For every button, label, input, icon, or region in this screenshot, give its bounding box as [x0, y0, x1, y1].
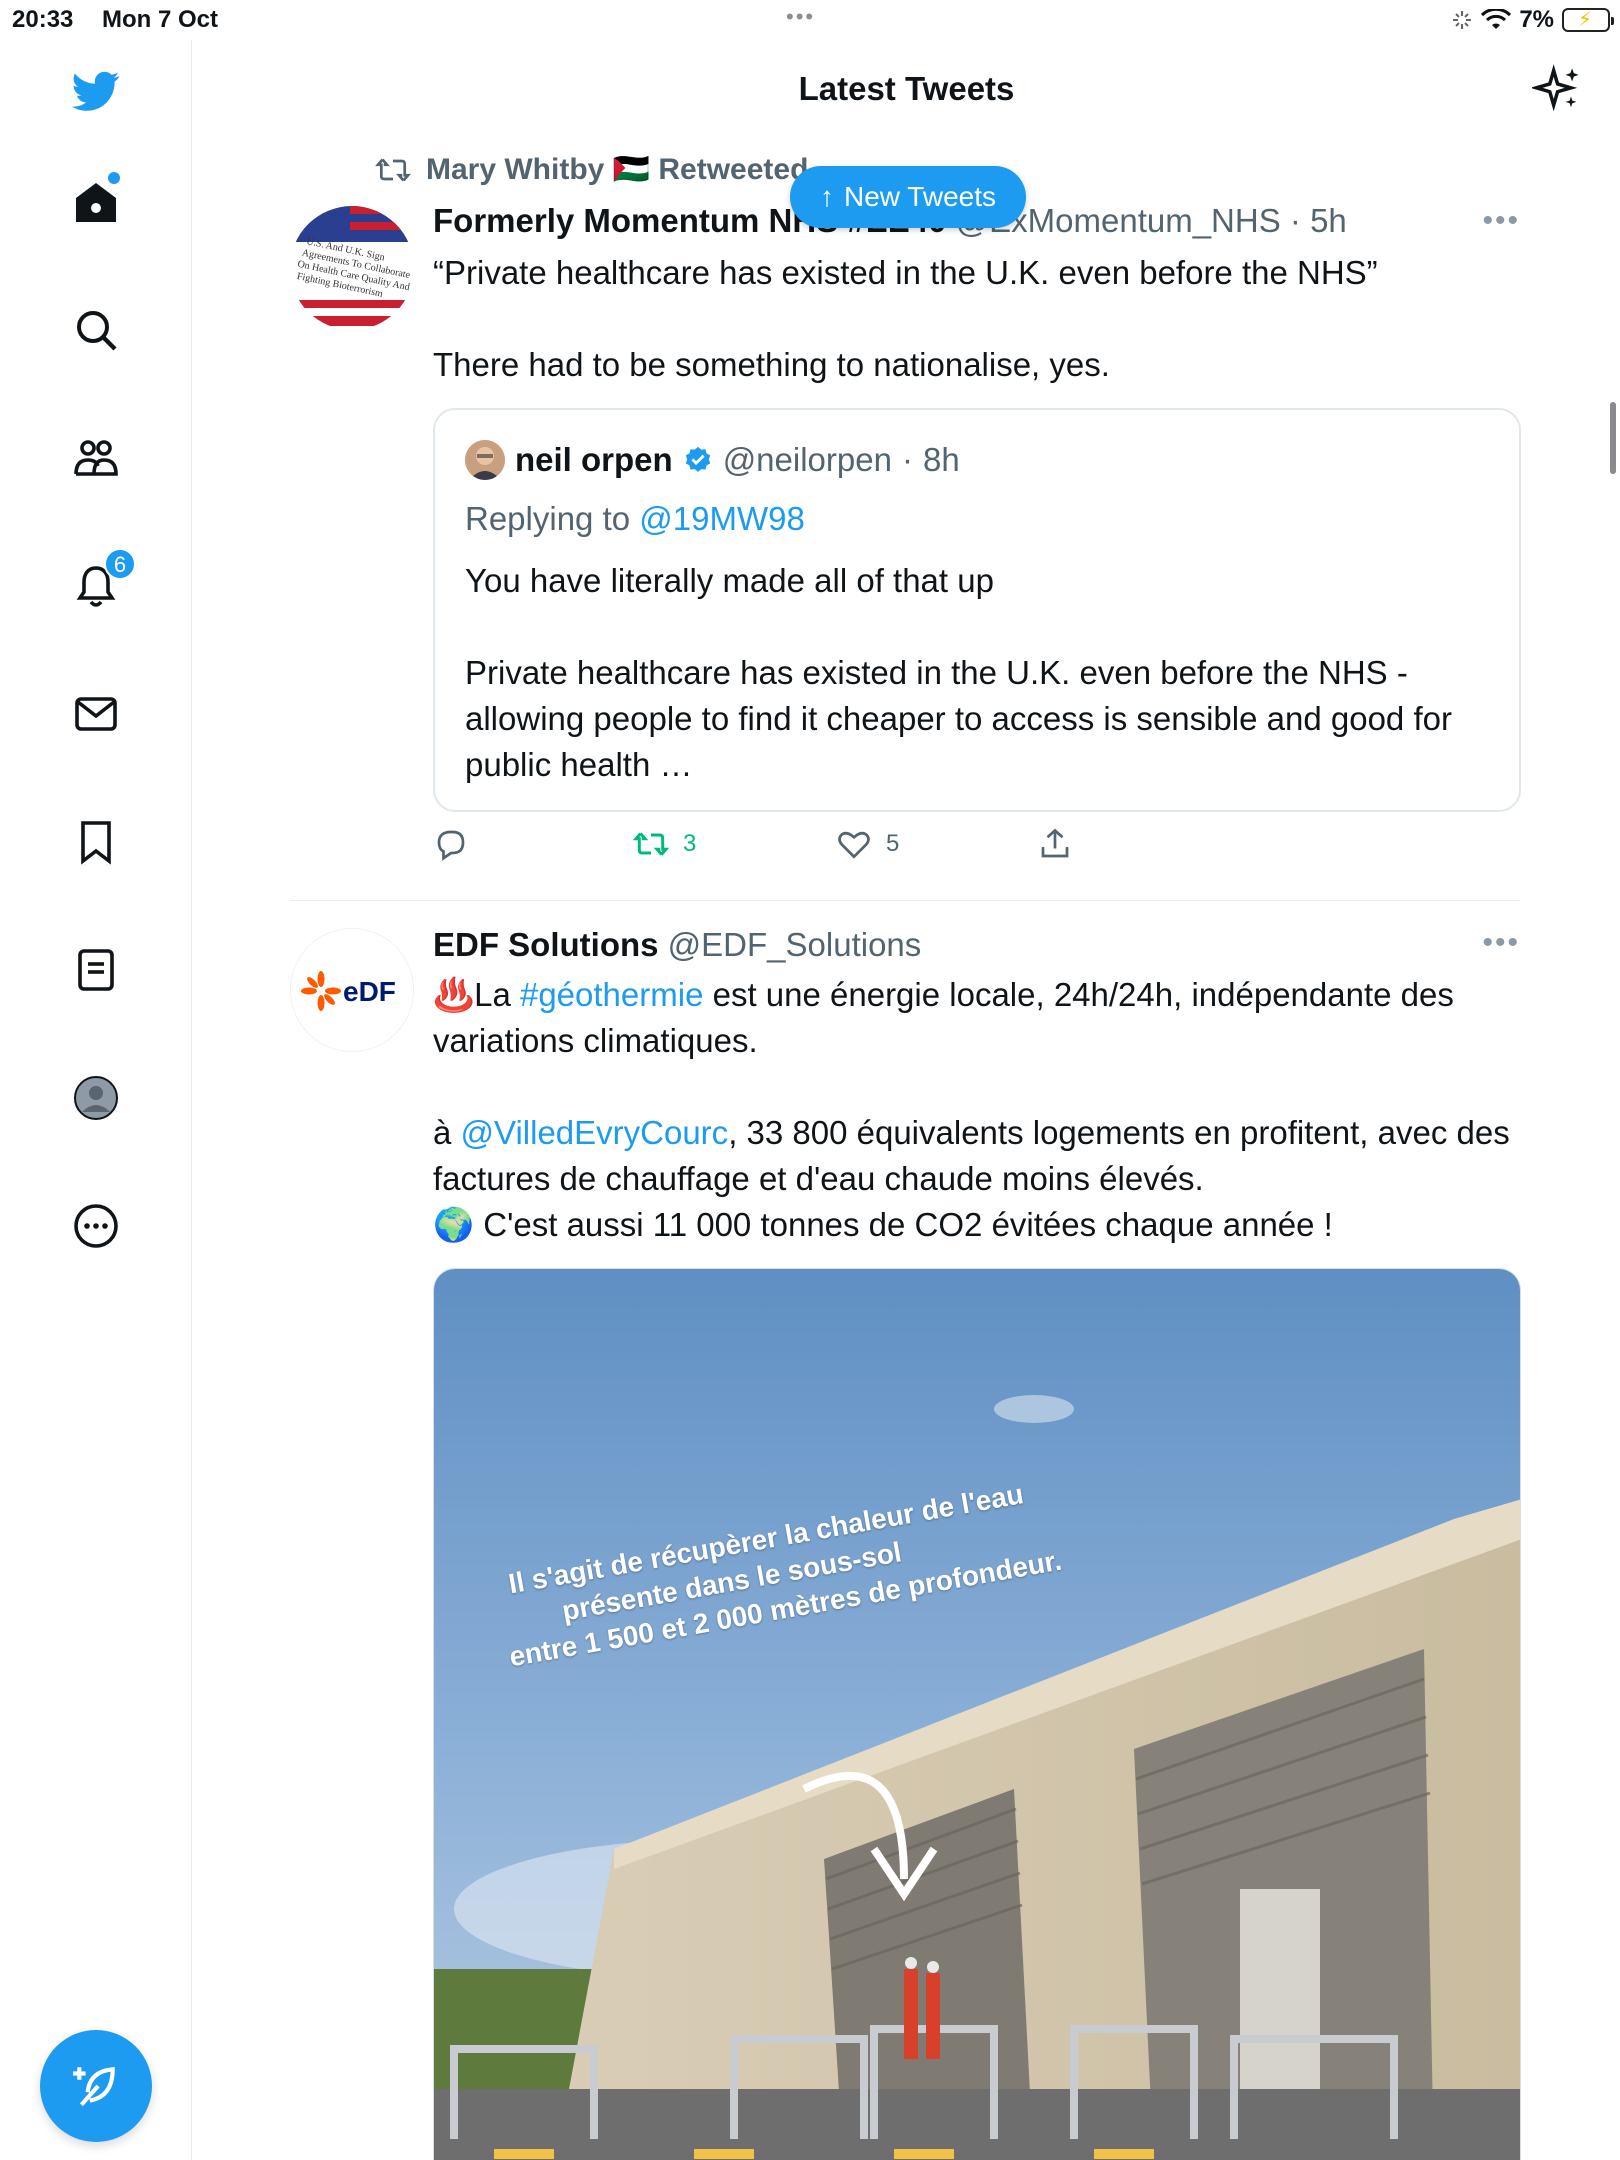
- author-handle[interactable]: @EDF_Solutions: [668, 926, 922, 963]
- quote-time: 8h: [922, 441, 960, 478]
- like-button[interactable]: 5: [836, 826, 899, 862]
- tweet-actions: 3 5: [433, 826, 1433, 876]
- compose-feather-icon: [73, 2067, 115, 2107]
- status-right: 7% ⚡: [1451, 6, 1614, 34]
- reply-icon: [437, 830, 465, 861]
- status-date: Mon 7 Oct: [102, 6, 219, 33]
- page-title: Latest Tweets: [798, 70, 1015, 107]
- status-time: 20:33: [12, 6, 74, 33]
- activity-icon: [1453, 11, 1472, 29]
- retweet-button[interactable]: 3: [633, 826, 696, 862]
- lists-icon[interactable]: [60, 934, 132, 1006]
- tweet-text: “Private healthcare has existed in the U…: [433, 254, 1378, 383]
- heart-icon: [838, 831, 870, 859]
- edf-logo-text: eDF: [343, 976, 396, 1007]
- tweet-header: EDF Solutions @EDF_Solutions: [433, 926, 921, 964]
- more-options-icon[interactable]: [60, 1190, 132, 1262]
- retweet-icon: [375, 158, 411, 181]
- like-count: 5: [886, 830, 900, 857]
- multitasking-dots-icon[interactable]: •••: [786, 4, 815, 30]
- home-icon[interactable]: [60, 166, 132, 238]
- author-name[interactable]: EDF Solutions: [433, 926, 659, 963]
- messages-icon[interactable]: [60, 678, 132, 750]
- reply-button[interactable]: [433, 826, 469, 862]
- notification-badge: 6: [104, 548, 136, 580]
- tweet-divider: [290, 900, 1520, 901]
- quoted-tweet[interactable]: neil orpen @neilorpen · 8h Replying to @19…: [433, 408, 1521, 812]
- wifi-icon: [1481, 9, 1512, 29]
- timeline-header: Latest Tweets: [193, 40, 1620, 140]
- communities-icon[interactable]: [60, 422, 132, 494]
- retweet-context: Mary Whitby 🇵🇸 Retweeted: [374, 152, 808, 187]
- retweet-icon: [633, 832, 669, 856]
- quote-author-handle: @neilorpen: [722, 441, 892, 478]
- replying-to-mention[interactable]: @19MW98: [639, 500, 805, 537]
- hot-springs-emoji: ♨️: [433, 976, 475, 1013]
- new-tweets-button[interactable]: ↑ New Tweets: [790, 166, 1026, 228]
- sparkle-icon[interactable]: [1532, 64, 1584, 116]
- share-button[interactable]: [1037, 826, 1073, 862]
- avatar[interactable]: U.S. And U.K. Sign Agreements To Collabo…: [290, 206, 414, 330]
- battery-percent: 7%: [1519, 6, 1554, 33]
- retweeted-by[interactable]: Mary Whitby 🇵🇸 Retweeted: [426, 152, 808, 187]
- tweet-media-video[interactable]: Il s'agit de récupèrer la chaleur de l'e…: [433, 1268, 1521, 2160]
- quote-text: You have literally made all of that up P…: [465, 562, 1452, 783]
- battery-icon: ⚡: [1562, 8, 1614, 32]
- notifications-icon[interactable]: 6: [60, 548, 136, 622]
- search-icon[interactable]: [60, 294, 132, 366]
- arrow-up-icon: ↑: [820, 181, 834, 212]
- quote-header: neil orpen @neilorpen · 8h: [465, 440, 960, 480]
- quote-author-name: neil orpen: [515, 441, 673, 478]
- tweet-text: à @VilledEvryCourc, 33 800 équivalents l…: [433, 1114, 1519, 1197]
- profile-avatar-icon[interactable]: [60, 1062, 132, 1134]
- replying-to: Replying to @19MW98: [465, 500, 805, 537]
- tweet-text: ♨️La #géothermie est une énergie locale,…: [433, 976, 1464, 1059]
- bookmarks-icon[interactable]: [60, 806, 132, 878]
- home-unread-dot: [108, 172, 120, 184]
- verified-badge-icon: [685, 446, 710, 472]
- status-bar: 20:33 Mon 7 Oct ••• 7% ⚡: [0, 0, 1620, 40]
- mention-link[interactable]: @VilledEvryCourc: [461, 1114, 729, 1151]
- retweet-count: 3: [683, 830, 697, 857]
- share-icon: [1041, 828, 1069, 858]
- compose-tweet-button[interactable]: [40, 2030, 152, 2142]
- tweet-text: 🌍 C'est aussi 11 000 tonnes de CO2 évité…: [433, 1206, 1333, 1243]
- new-tweets-label: New Tweets: [844, 181, 996, 212]
- avatar[interactable]: eDF: [290, 928, 414, 1052]
- more-options-icon[interactable]: •••: [1482, 204, 1520, 238]
- quote-avatar: [465, 440, 505, 480]
- hashtag-link[interactable]: #géothermie: [520, 976, 703, 1013]
- scrollbar[interactable]: [1610, 402, 1616, 474]
- sidebar: 6: [0, 40, 192, 2160]
- tweet-time[interactable]: 5h: [1310, 202, 1347, 239]
- twitter-logo-icon[interactable]: [60, 54, 132, 126]
- more-options-icon[interactable]: •••: [1482, 926, 1520, 960]
